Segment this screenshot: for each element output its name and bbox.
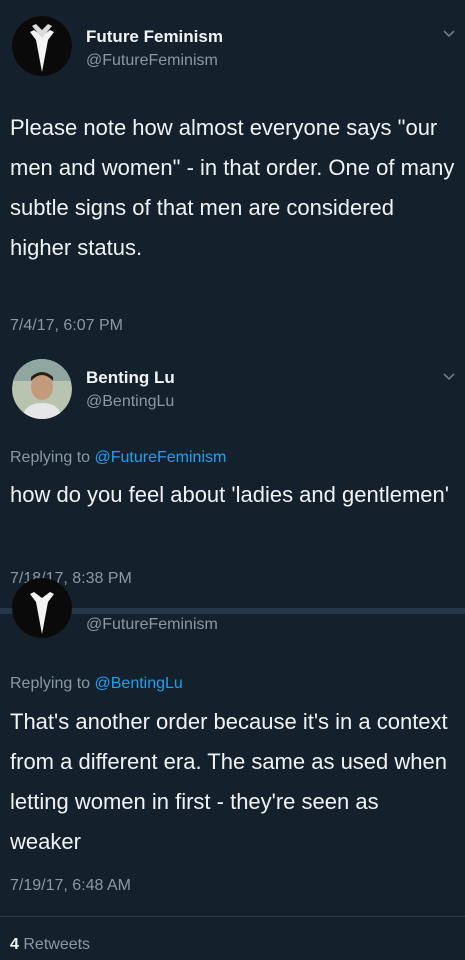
retweet-label: Retweets (23, 936, 91, 953)
chevron-down-icon[interactable] (441, 26, 457, 42)
avatar-future-feminism[interactable] (12, 16, 72, 76)
reply-context: Replying to @FutureFeminism (10, 449, 226, 467)
tweet-text: That's another order because it's in a c… (10, 709, 448, 854)
reply-prefix: Replying to (10, 675, 91, 692)
avatar-future-feminism[interactable] (12, 578, 72, 638)
reply-mention-link[interactable]: @FutureFeminism (95, 449, 227, 466)
tweet-text: how do you feel about 'ladies and gentle… (10, 482, 449, 507)
tweet-text: Please note how almost everyone says "ou… (10, 115, 455, 260)
author-handle[interactable]: @BentingLu (86, 393, 174, 411)
author-handle[interactable]: @FutureFeminism (86, 52, 218, 70)
tweet-timestamp[interactable]: 7/4/17, 6:07 PM (10, 317, 123, 335)
future-feminism-logo-icon (12, 578, 72, 638)
tweet-1: Future Feminism @FutureFeminism Please n… (0, 0, 465, 345)
reply-prefix: Replying to (10, 449, 91, 466)
future-feminism-logo-icon (12, 16, 72, 76)
author-name[interactable]: Benting Lu (86, 368, 175, 388)
tweet-2: Benting Lu @BentingLu Replying to @Futur… (0, 345, 465, 610)
author-handle[interactable]: @FutureFeminism (86, 616, 218, 634)
retweet-stats[interactable]: 4 Retweets (10, 936, 90, 954)
profile-photo-icon (12, 359, 72, 419)
divider (0, 916, 465, 917)
avatar-benting-lu[interactable] (12, 359, 72, 419)
tweet-3: @FutureFeminism Replying to @BentingLu T… (0, 578, 465, 960)
reply-context: Replying to @BentingLu (10, 675, 183, 693)
retweet-count: 4 (10, 936, 19, 953)
author-name[interactable]: Future Feminism (86, 27, 223, 47)
chevron-down-icon[interactable] (441, 369, 457, 385)
reply-mention-link[interactable]: @BentingLu (95, 675, 183, 692)
tweet-timestamp[interactable]: 7/19/17, 6:48 AM (10, 877, 131, 895)
